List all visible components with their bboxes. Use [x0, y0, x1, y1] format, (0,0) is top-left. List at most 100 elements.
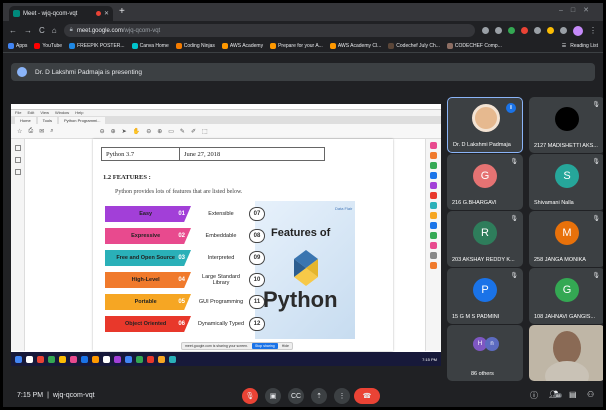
pdf-tool-icon[interactable]: [430, 262, 437, 269]
prev-page-icon[interactable]: ⊖: [100, 128, 105, 135]
bookmark-star-icon[interactable]: [495, 27, 502, 34]
participant-tile[interactable]: G 🎙︎ 216 G.BHARGAVI: [447, 154, 523, 210]
pdf-tab[interactable]: Tools: [37, 117, 58, 124]
pdf-tool-icon[interactable]: [430, 202, 437, 209]
stamp-icon[interactable]: ⬚: [202, 128, 208, 135]
bookmark-item[interactable]: YouTube: [34, 43, 62, 49]
comment-icon[interactable]: ▭: [168, 128, 174, 135]
taskbar-app-icon[interactable]: [114, 355, 121, 363]
camera-button[interactable]: ▣: [265, 388, 281, 404]
highlight-icon[interactable]: ✎: [180, 128, 185, 135]
mic-off-button[interactable]: 🎙︎: [242, 388, 258, 404]
bookmark-item[interactable]: Canva Home: [131, 43, 169, 49]
chat-icon[interactable]: ▤: [569, 390, 577, 399]
search-icon[interactable]: ⌕: [50, 128, 53, 135]
reload-icon[interactable]: C: [39, 26, 45, 35]
present-button[interactable]: ⇡: [311, 388, 327, 404]
profile-avatar[interactable]: [573, 25, 583, 36]
pdf-tool-icon[interactable]: [430, 212, 437, 219]
meeting-details-icon[interactable]: ⓘ: [530, 390, 538, 401]
participant-tile[interactable]: M 🎙︎ 258 JANGA MONIKA: [529, 211, 603, 267]
forward-arrow-icon[interactable]: →: [24, 26, 32, 35]
extensions-puzzle-icon[interactable]: [560, 27, 567, 34]
pdf-menu-item[interactable]: File: [15, 110, 21, 116]
hide-button[interactable]: Hide: [282, 344, 289, 348]
taskbar-app-icon[interactable]: [59, 355, 66, 363]
taskbar-app-icon[interactable]: [70, 355, 77, 363]
hand-icon[interactable]: ✋: [133, 128, 140, 135]
pdf-tool-icon[interactable]: [430, 192, 437, 199]
pdf-menu-item[interactable]: View: [40, 110, 49, 116]
participant-tile[interactable]: S 🎙︎ Shivamani Nalla: [529, 154, 603, 210]
new-tab-button[interactable]: +: [119, 6, 125, 17]
taskbar-app-icon[interactable]: [15, 355, 22, 363]
email-icon[interactable]: ✉: [39, 128, 44, 135]
captions-button[interactable]: CC: [288, 388, 304, 404]
participant-tile[interactable]: G 🎙︎ 108 JAHNAVI GANGIS...: [529, 268, 603, 324]
pdf-tool-icon[interactable]: [430, 232, 437, 239]
bookmark-item[interactable]: Apps: [8, 43, 27, 49]
pdf-tool-icon[interactable]: [430, 222, 437, 229]
pdf-tool-icon[interactable]: [430, 252, 437, 259]
more-options-button[interactable]: ⋮: [334, 388, 350, 404]
participant-tile[interactable]: 🎙︎ 2127 MADISHETTI AKS...: [529, 97, 603, 153]
reading-list[interactable]: ☰ Reading List: [562, 43, 598, 49]
save-icon[interactable]: ☆: [17, 128, 22, 135]
people-icon[interactable]: 👥︎88: [549, 390, 563, 399]
taskbar-app-icon[interactable]: [48, 355, 55, 363]
close-tab-icon[interactable]: ✕: [104, 10, 109, 17]
extension-icon[interactable]: [534, 27, 541, 34]
zoom-out-icon[interactable]: ⊖: [146, 128, 151, 135]
taskbar-app-icon[interactable]: [92, 355, 99, 363]
taskbar-app-icon[interactable]: [158, 355, 165, 363]
bookmark-item[interactable]: FREEPIK POSTER...: [69, 43, 125, 49]
attachments-icon[interactable]: [15, 169, 21, 175]
taskbar-app-icon[interactable]: [26, 355, 33, 363]
bookmarks-panel-icon[interactable]: [15, 157, 21, 163]
pdf-menu-item[interactable]: Help: [75, 110, 83, 116]
taskbar-app-icon[interactable]: [125, 355, 132, 363]
self-video-tile[interactable]: [529, 325, 603, 381]
bookmark-item[interactable]: Codechef July Ch...: [388, 43, 440, 49]
home-icon[interactable]: ⌂: [52, 26, 57, 35]
page-thumbnails-icon[interactable]: [15, 145, 21, 151]
print-icon[interactable]: ⎙: [28, 128, 33, 135]
cursor-icon[interactable]: ➤: [122, 128, 127, 135]
pdf-menu-item[interactable]: Window: [55, 110, 69, 116]
pdf-tool-icon[interactable]: [430, 142, 437, 149]
pdf-menu-item[interactable]: Edit: [27, 110, 34, 116]
menu-kebab-icon[interactable]: ⋮: [589, 26, 597, 35]
taskbar-app-icon[interactable]: [37, 355, 44, 363]
participant-tile[interactable]: R 🎙︎ 203 AKSHAY REDDY K...: [447, 211, 523, 267]
extension-icon[interactable]: [521, 27, 528, 34]
taskbar-app-icon[interactable]: [81, 355, 88, 363]
address-bar[interactable]: 🔒︎ meet.google.com/wjq-qcom-vqt: [63, 24, 475, 37]
participant-tile[interactable]: P 🎙︎ 15 G M S PADMINI: [447, 268, 523, 324]
pdf-tool-icon[interactable]: [430, 162, 437, 169]
leave-call-button[interactable]: ☎: [354, 388, 380, 404]
pdf-tool-icon[interactable]: [430, 242, 437, 249]
back-arrow-icon[interactable]: ←: [9, 26, 17, 35]
window-controls[interactable]: –□✕: [559, 6, 597, 14]
pdf-tab[interactable]: Home: [15, 117, 36, 124]
pdf-tool-icon[interactable]: [430, 182, 437, 189]
pen-icon[interactable]: ✐: [191, 128, 196, 135]
bookmark-item[interactable]: AWS Academy: [221, 43, 263, 49]
browser-tab-meet[interactable]: Meet - wjq-qcom-vqt ✕: [9, 6, 113, 21]
stop-sharing-button[interactable]: Stop sharing: [252, 343, 278, 349]
bookmark-item[interactable]: AWS Academy Cl...: [329, 43, 381, 49]
others-tile[interactable]: H n 86 others: [447, 325, 523, 381]
taskbar-app-icon[interactable]: [147, 355, 154, 363]
bookmark-item[interactable]: Coding Ninjas: [175, 43, 215, 49]
next-page-icon[interactable]: ⊕: [111, 128, 116, 135]
taskbar-app-icon[interactable]: [136, 355, 143, 363]
bookmark-item[interactable]: CODECHEF Comp...: [446, 43, 502, 49]
pdf-tool-icon[interactable]: [430, 152, 437, 159]
zoom-in-icon[interactable]: ⊕: [157, 128, 162, 135]
pdf-tab[interactable]: Python Programmi...: [59, 117, 106, 124]
activities-icon[interactable]: ⚇: [587, 390, 594, 399]
pdf-tool-icon[interactable]: [430, 172, 437, 179]
participant-tile[interactable]: ⦀ Dr. D Lakshmi Padmaja: [447, 97, 523, 153]
taskbar-app-icon[interactable]: [169, 355, 176, 363]
extension-icon[interactable]: [508, 27, 515, 34]
